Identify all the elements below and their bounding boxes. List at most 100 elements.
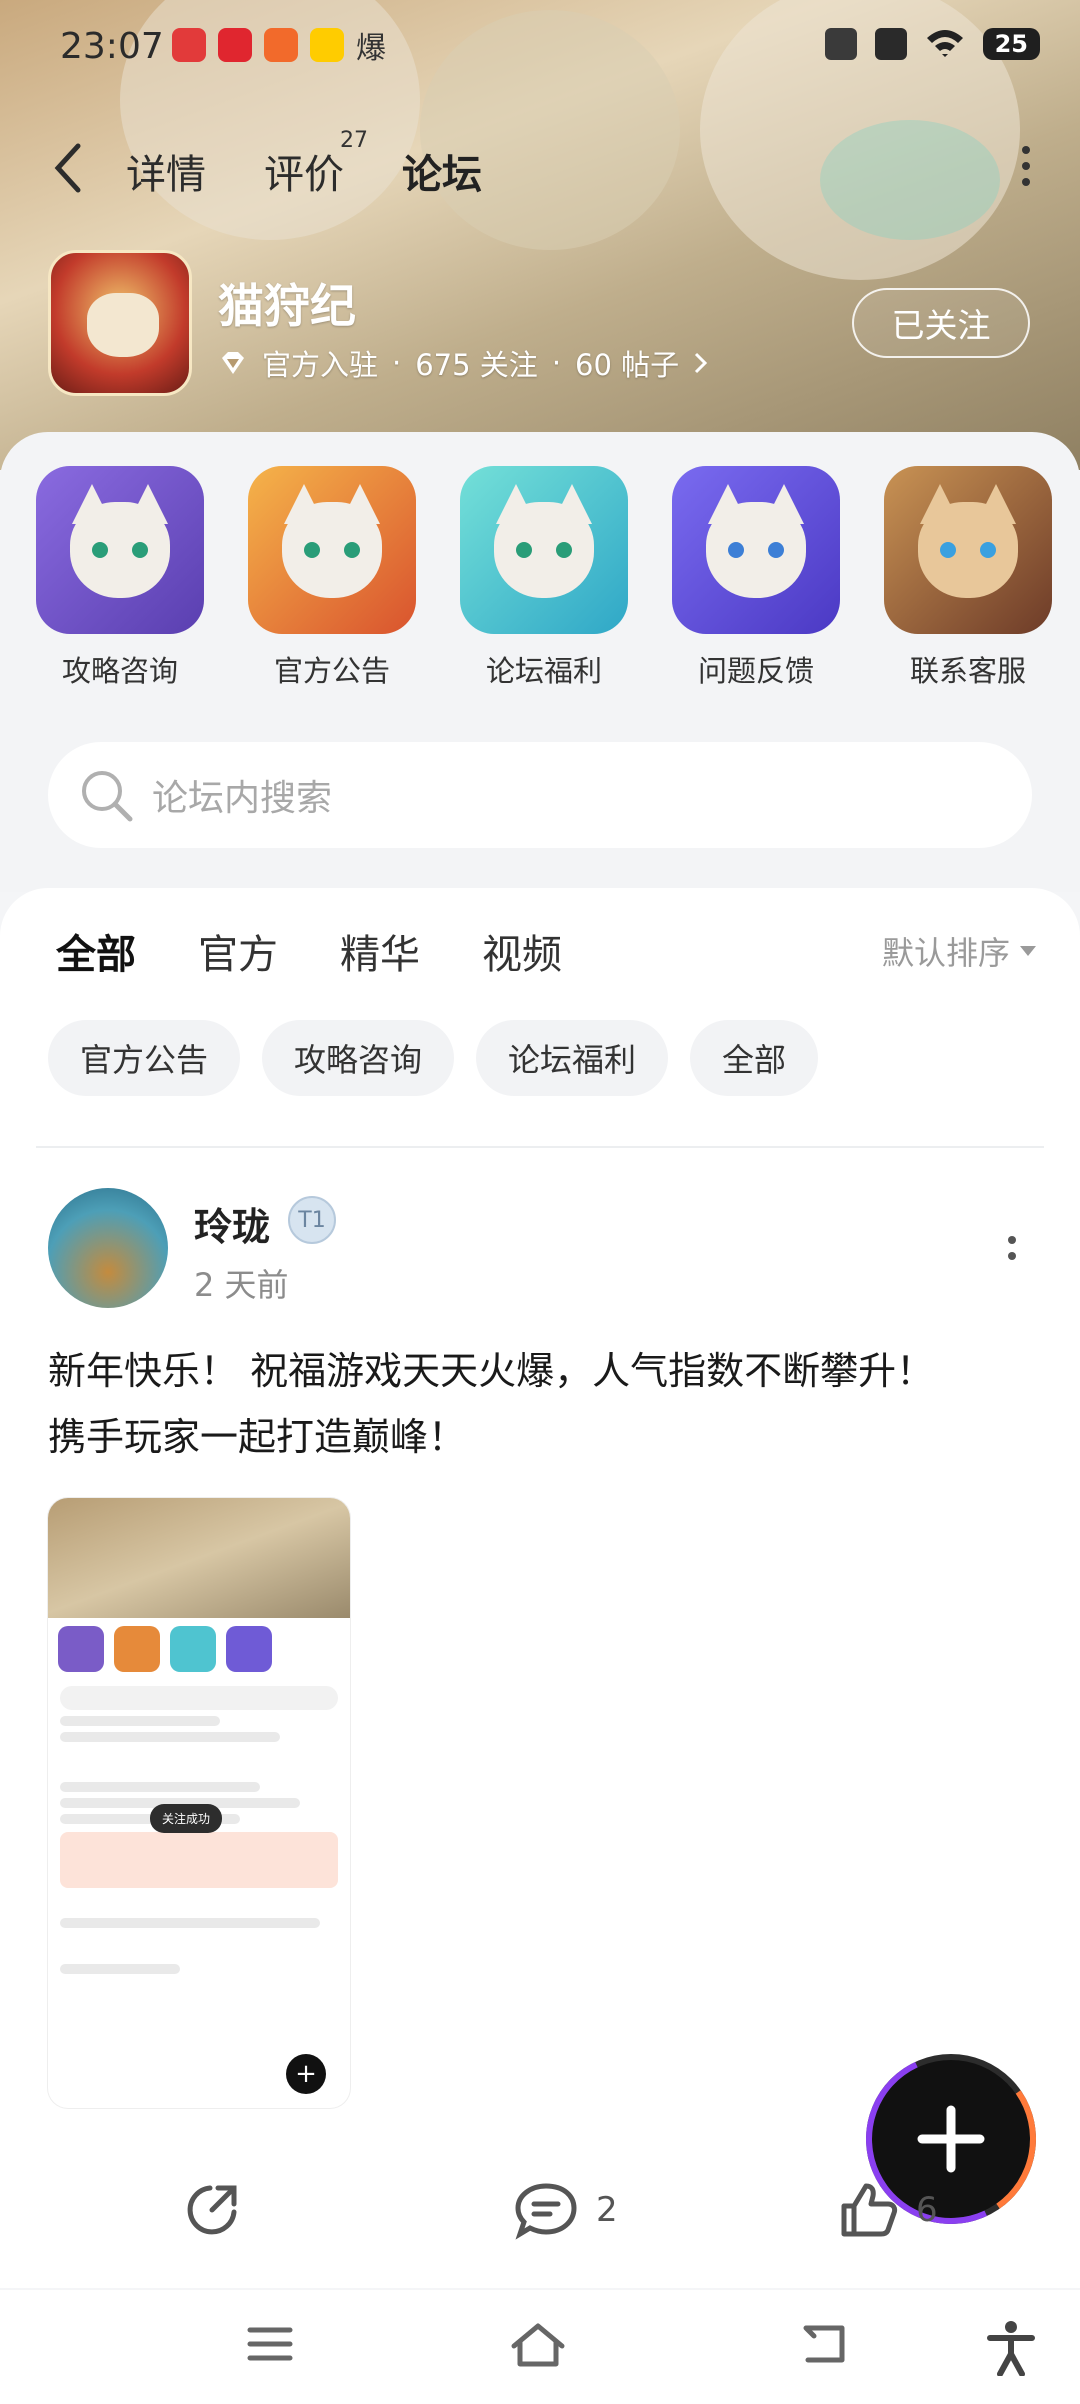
wifi-icon xyxy=(926,30,963,57)
tab-video[interactable]: 视频 xyxy=(482,922,562,980)
app-meta: 官方入驻 · 675 关注 · 60 帖子 xyxy=(218,342,709,384)
benefits-image xyxy=(460,466,628,634)
forum-search[interactable]: 论坛内搜索 xyxy=(48,742,1032,848)
shortcut-label: 联系客服 xyxy=(909,654,1026,688)
tab-featured[interactable]: 精华 xyxy=(340,922,420,980)
content-tabs: 全部 官方 精华 视频 xyxy=(56,922,562,986)
post-text-line: 携手玩家一起打造巅峰！ xyxy=(48,1415,467,1459)
comment-icon xyxy=(515,2183,577,2240)
status-time: 23:07 xyxy=(60,26,164,67)
screenshot-line xyxy=(60,1732,280,1742)
shortcut-guides[interactable]: 攻略咨询 xyxy=(34,466,206,690)
shortcut-support[interactable]: 联系客服 xyxy=(882,466,1054,690)
avatar[interactable] xyxy=(48,1188,168,1308)
tab-official[interactable]: 官方 xyxy=(198,922,278,980)
tab-reviews[interactable]: 评价 xyxy=(264,142,344,200)
feedback-image xyxy=(672,466,840,634)
shortcut-label: 攻略咨询 xyxy=(61,654,178,688)
post-image[interactable]: 关注成功 + xyxy=(48,1498,350,2108)
chevron-right-icon xyxy=(695,352,708,374)
guides-image xyxy=(36,466,204,634)
notification-icons: 爆 xyxy=(172,28,386,66)
shortcut-label: 官方公告 xyxy=(273,654,390,688)
close-box-icon xyxy=(874,28,907,60)
system-nav-bar xyxy=(0,2290,1080,2404)
tab-forum[interactable]: 论坛 xyxy=(402,142,482,204)
screenshot-line xyxy=(60,1918,320,1928)
posts-count[interactable]: 60 帖子 xyxy=(575,342,679,384)
sort-label: 默认排序 xyxy=(881,934,1010,972)
chip-guides[interactable]: 攻略咨询 xyxy=(262,1020,455,1096)
screenshot-header xyxy=(48,1498,350,1618)
screenshot-shortcuts xyxy=(48,1618,350,1680)
screenshot-search xyxy=(60,1686,338,1710)
top-nav: 详情 评价 27 论坛 xyxy=(0,128,1080,210)
post-text-line: 新年快乐！ 祝福游戏天天火爆，人气指数不断攀升！ xyxy=(48,1349,935,1393)
app-icon-1 xyxy=(172,28,206,62)
shortcut-label: 问题反馈 xyxy=(697,654,814,688)
divider xyxy=(36,1146,1044,1148)
more-menu-icon[interactable] xyxy=(1022,146,1032,186)
official-label: 官方入驻 xyxy=(262,348,379,382)
notif-text: 爆 xyxy=(356,31,386,66)
comment-count: 2 xyxy=(596,2190,618,2230)
screenshot-fab: + xyxy=(286,2054,326,2094)
app-header-banner: 23:07 爆 25 详情 评价 27 论坛 猫狩纪 官方入驻 · 675 关注 xyxy=(0,0,1080,470)
weibo-icon xyxy=(310,28,344,62)
app-name: 猫狩纪 xyxy=(218,279,356,333)
tab-details[interactable]: 详情 xyxy=(126,142,206,200)
separator: · xyxy=(392,346,402,380)
search-input[interactable]: 论坛内搜索 xyxy=(152,769,332,821)
like-count: 6 xyxy=(916,2190,938,2230)
author-name[interactable]: 玲珑 xyxy=(194,1196,270,1251)
forum-panel: 攻略咨询 官方公告 论坛福利 问题反馈 联系客服 论坛内搜索 xyxy=(0,432,1080,892)
app-icon-3 xyxy=(264,28,298,62)
tab-label: 全部 xyxy=(56,932,136,978)
home-icon[interactable] xyxy=(508,2320,568,2368)
screenshot-toast: 关注成功 xyxy=(150,1804,223,1833)
battery-indicator: 25 xyxy=(982,28,1040,60)
status-bar: 23:07 爆 25 xyxy=(0,20,1080,76)
tab-all[interactable]: 全部 xyxy=(56,922,136,986)
post-text[interactable]: 新年快乐！ 祝福游戏天天火爆，人气指数不断攀升！ 携手玩家一起打造巅峰！ xyxy=(48,1338,1038,1470)
menu-icon[interactable] xyxy=(246,2320,294,2368)
screenshot-line xyxy=(60,1964,180,1974)
app-icon xyxy=(48,250,192,396)
sort-dropdown[interactable]: 默认排序 xyxy=(882,928,1036,974)
shortcut-benefits[interactable]: 论坛福利 xyxy=(458,466,630,690)
comment-button[interactable]: 2 xyxy=(514,2180,618,2240)
screenshot-banner xyxy=(60,1832,338,1888)
accessibility-icon[interactable] xyxy=(986,2320,1036,2376)
review-count-badge: 27 xyxy=(340,128,368,153)
app-info: 猫狩纪 官方入驻 · 675 关注 · 60 帖子 已关注 xyxy=(48,250,1038,400)
diamond-icon xyxy=(222,352,244,374)
category-chips: 官方公告 攻略咨询 论坛福利 全部 xyxy=(48,1020,819,1096)
screenshot-line xyxy=(60,1782,260,1792)
share-icon xyxy=(187,2185,237,2235)
shortcut-label: 论坛福利 xyxy=(485,654,602,688)
shortcut-row: 攻略咨询 官方公告 论坛福利 问题反馈 联系客服 xyxy=(34,466,1054,690)
post-time: 2 天前 xyxy=(194,1266,289,1304)
shortcut-feedback[interactable]: 问题反馈 xyxy=(670,466,842,690)
follow-button[interactable]: 已关注 xyxy=(852,288,1030,358)
user-level-badge: T1 xyxy=(288,1196,336,1244)
tab-forum-label: 论坛 xyxy=(402,152,482,198)
chip-benefits[interactable]: 论坛福利 xyxy=(476,1020,669,1096)
post-more-icon[interactable] xyxy=(1008,1236,1016,1268)
post-actions: 2 6 xyxy=(0,2180,1080,2270)
share-button[interactable] xyxy=(182,2180,242,2240)
caret-down-icon xyxy=(1020,946,1036,956)
support-image xyxy=(884,466,1052,634)
thumbs-up-icon xyxy=(841,2183,898,2237)
followers-count[interactable]: 675 关注 xyxy=(415,342,538,384)
chip-all[interactable]: 全部 xyxy=(690,1020,819,1096)
back-icon[interactable] xyxy=(50,142,86,194)
back-nav-icon[interactable] xyxy=(798,2320,850,2368)
like-button[interactable]: 6 xyxy=(838,2180,938,2240)
shortcut-announcements[interactable]: 官方公告 xyxy=(246,466,418,690)
mute-icon xyxy=(824,28,857,60)
separator: · xyxy=(551,346,562,380)
announcements-image xyxy=(248,466,416,634)
app-icon-2 xyxy=(218,28,252,62)
chip-announcements[interactable]: 官方公告 xyxy=(48,1020,241,1096)
